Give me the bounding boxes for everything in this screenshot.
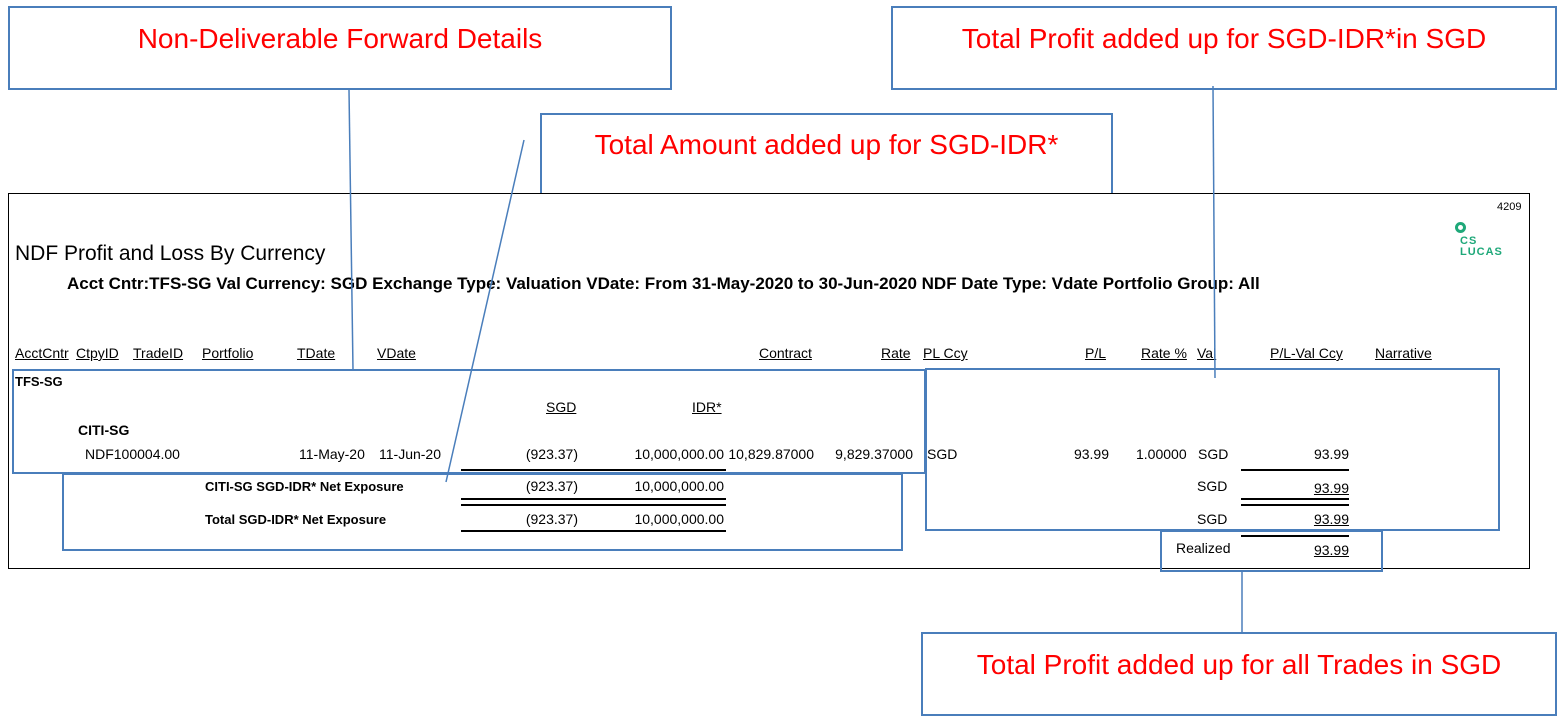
col-pl: P/L [1085, 345, 1107, 361]
logo-text: CS LUCAS [1460, 235, 1503, 258]
report-title: NDF Profit and Loss By Currency [15, 242, 326, 265]
highlight-total-profit-pair [925, 368, 1500, 531]
col-portfolio: Portfolio [202, 345, 254, 361]
col-tdate: TDate [297, 345, 336, 361]
logo-ring-icon [1455, 222, 1466, 233]
col-pl-ccy: PL Ccy [923, 345, 968, 361]
highlight-total-amount [62, 473, 903, 551]
col-pl-val-ccy: P/L-Val Ccy [1270, 345, 1343, 361]
callout-ndf-details-text: Non-Deliverable Forward Details [137, 23, 543, 54]
col-vdate: VDate [377, 345, 416, 361]
col-narrative: Narrative [1375, 345, 1432, 361]
col-rate-pct: Rate % [1141, 345, 1187, 361]
col-acctcntr: AcctCntr [15, 345, 69, 361]
callout-total-amount-pair: Total Amount added up for SGD-IDR* [540, 113, 1113, 199]
highlight-ndf-details [12, 369, 926, 474]
page-number: 4209 [1497, 201, 1522, 213]
report-criteria: Acct Cntr:TFS-SG Val Currency: SGD Excha… [67, 274, 1260, 293]
callout-total-profit-all: Total Profit added up for all Trades in … [921, 632, 1557, 716]
callout-total-profit-pair-text: Total Profit added up for SGD-IDR*in SGD [961, 23, 1487, 54]
col-val: Val [1197, 345, 1217, 361]
col-tradeid: TradeID [133, 345, 184, 361]
callout-ndf-details: Non-Deliverable Forward Details [8, 6, 672, 90]
col-ctpyid: CtpyID [76, 345, 119, 361]
callout-total-profit-pair: Total Profit added up for SGD-IDR*in SGD [891, 6, 1557, 90]
col-contract: Contract [759, 345, 812, 361]
highlight-total-profit-all [1160, 530, 1383, 572]
callout-total-profit-all-text: Total Profit added up for all Trades in … [976, 649, 1502, 680]
col-rate: Rate [881, 345, 911, 361]
callout-total-amount-pair-text: Total Amount added up for SGD-IDR* [594, 129, 1059, 160]
